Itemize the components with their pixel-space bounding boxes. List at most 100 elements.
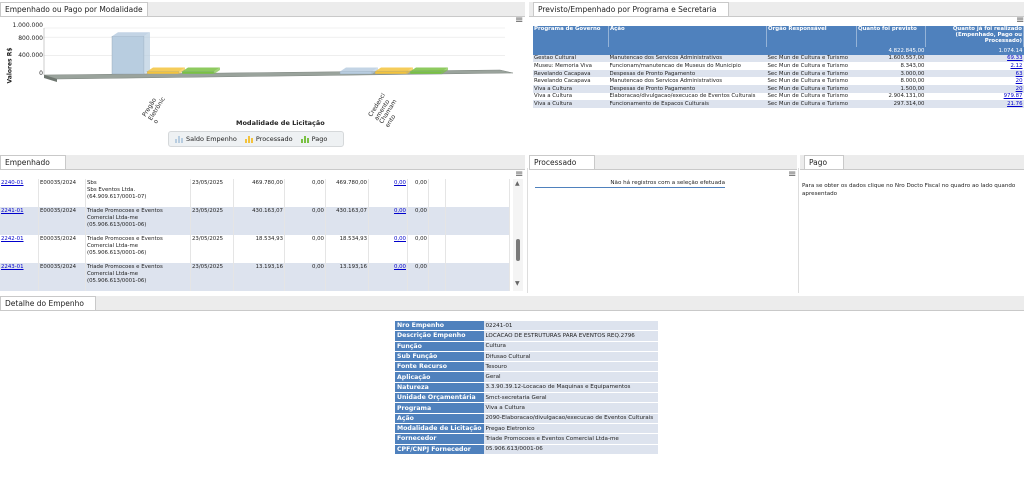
empty-cell [428,207,446,235]
empenho-number-link[interactable]: 2243-01 [1,264,24,270]
empenho-row[interactable]: 2240-01 E00035/2024 Sbs Sbs Eventos Ltda. (6… [0,179,510,207]
tab-previsto-empenhado[interactable]: Previsto/Empenhado por Programa e Secret… [533,2,729,16]
empenhado-table: 2240-01 E00035/2024 Sbs Sbs Eventos Ltda. (6… [0,179,510,291]
empenho-number-link[interactable]: 2240-01 [1,180,24,186]
bar-pago[interactable] [181,67,220,75]
empenhado-scrollbar[interactable]: ▲ ▼ [513,179,523,291]
fornecedor-cnpj: (05.906.613/0001-06) [87,250,147,257]
cell-realizado: 63 [925,69,1024,78]
scroll-up-icon[interactable]: ▲ [515,180,520,187]
chart-xlabel: Modalidade de Licitação [236,119,325,127]
empenho-date: 23/05/2025 [190,263,234,291]
programa-menu-icon[interactable]: ≡ [1016,16,1024,26]
empty-cell [428,179,446,207]
cell-programa: Viva a Cultura [533,100,609,108]
tab-processado[interactable]: Processado [529,155,595,169]
tab-pago[interactable]: Pago [804,155,844,169]
valor-pago: 0,00 [407,207,429,235]
programa-row: Museu: Memoria Viva Funcionam/manutencao … [533,62,1024,70]
fornecedor-name-2: Comercial Ltda-me [87,243,139,250]
detalhe-row: CPF/CNPJ Fornecedor 05.906.613/0001-06 [395,444,658,455]
bar-saldo-empenho[interactable] [111,32,150,75]
processado-link[interactable]: 0,00 [394,208,406,214]
realizado-link[interactable]: 2.12 [1010,63,1022,69]
fornecedor-cnpj: (64.909.617/0001-07) [87,194,147,201]
detalhe-row: Aplicação Geral [395,371,658,383]
empenho-row[interactable]: 2243-01 E00035/2024 Triade Promocoes e Eve… [0,263,510,291]
detalhe-tabbar [0,296,1024,311]
cell-orgao: Sec Mun de Cultura e Turismo [766,100,857,108]
valor-empenhado: 430.163,07 [233,207,285,235]
y-tick-label: 1.000.000 [12,22,43,29]
valor-pago: 0,00 [407,179,429,207]
empenho-number-link[interactable]: 2241-01 [1,208,24,214]
empenho-row[interactable]: 2242-01 E00035/2024 Triade Promocoes e Eve… [0,235,510,263]
valor-empenhado: 469.780,00 [233,179,285,207]
fornecedor-cnpj: (05.906.613/0001-06) [87,222,147,229]
processado-menu-icon[interactable]: ≡ [788,170,796,180]
cell-previsto: 297.314,00 [856,100,926,108]
valor-anulado: 0,00 [284,207,326,235]
programa-table: Programa de Governo Ação Órgão Responsáv… [533,26,1024,108]
processado-link[interactable]: 0,00 [394,264,406,270]
detalhe-value: Geral [483,371,658,383]
col-realizado: Quanto já foi realizado (Empenhado, Pago… [925,26,1024,47]
legend-item-pago[interactable]: Pago [300,135,328,143]
tab-empenhado[interactable]: Empenhado [0,155,66,169]
bar-processado[interactable] [374,67,413,75]
legend-item-saldo-empenho[interactable]: Saldo Empenho [175,135,237,143]
realizado-link[interactable]: 69.33 [1007,55,1022,61]
empty-cell [428,235,446,263]
processado-link[interactable]: 0,00 [394,180,406,186]
tab-detalhe-empenho[interactable]: Detalhe do Empenho [0,296,96,310]
detalhe-label: Função [395,341,484,352]
cell-programa: Revelando Cacapava [533,69,609,78]
programa-row: Viva a Cultura Funcionamento de Espacos C… [533,100,1024,108]
scroll-down-icon[interactable]: ▼ [515,280,520,287]
realizado-link[interactable]: 20 [1016,86,1023,92]
processado-empty-message: Não há registros com a seleção efetuada [535,180,725,188]
empenho-date: 23/05/2025 [190,207,234,235]
bar-processado[interactable] [146,67,185,75]
detalhe-value: Triade Promocoes e Eventos Comercial Ltd… [483,433,658,445]
cell-acao: Elaboracao/divulgacao/execucao de Evento… [609,93,756,100]
empenho-row[interactable]: 2241-01 E00035/2024 Triade Promocoes e Eve… [0,207,510,235]
cell-previsto: 8.000,00 [900,78,925,85]
y-tick-label: 800.000 [18,35,43,43]
detalhe-label: Unidade Orçamentária [395,392,484,404]
y-tick-label: 0 [39,70,43,77]
fornecedor-cell: Triade Promocoes e Eventos Comercial Ltda… [85,207,191,235]
processado-link[interactable]: 0,00 [394,236,406,242]
valor-anulado: 0,00 [284,179,326,207]
realizado-link[interactable]: 63 [1016,71,1023,77]
cell-previsto: 1.500,00 [856,84,926,93]
detalhe-row: Modalidade de Licitação Pregao Eletronico [395,423,658,435]
processo-number: E00035/2024 [38,235,86,263]
empenhado-tabbar [0,155,525,170]
detalhe-value: 3.3.90.39.12-Locacao de Maquinas e Equip… [483,382,658,394]
empenho-number-link[interactable]: 2242-01 [1,236,24,242]
legend-item-processado[interactable]: Processado [244,135,293,143]
legend-label: Pago [311,135,328,143]
bar-pago[interactable] [409,67,448,75]
valor-anulado: 0,00 [284,235,326,263]
empty-cell [445,235,510,263]
programa-row: Gestao Cultural Manutencao dos Servicos A… [533,54,1024,63]
cell-acao: Manutencao dos Servicos Administrativos [609,78,723,85]
detalhe-value: 02241-01 [483,321,658,332]
realizado-link[interactable]: 20 [1016,78,1023,84]
detalhe-row: Fonte Recurso Tesouro [395,361,658,373]
fornecedor-name: Triade Promocoes e Eventos [87,264,163,270]
programa-row: Viva a Cultura Elaboracao/divulgacao/exec… [533,93,1024,101]
empty-cell [445,207,510,235]
realizado-link[interactable]: 21.76 [1007,101,1022,107]
detalhe-value: Viva a Cultura [483,402,658,414]
tab-empenhado-modalidade[interactable]: Empenhado ou Pago por Modalidade [0,2,148,16]
col-orgao: Órgão Responsável [766,26,857,47]
scroll-thumb[interactable] [516,239,520,261]
realizado-link[interactable]: 979.87 [1004,93,1023,99]
fornecedor-cell: Triade Promocoes e Eventos Comercial Ltda… [85,235,191,263]
cell-realizado: 20 [925,84,1024,93]
bar-saldo-empenho[interactable] [339,67,378,75]
y-tick-label: 400.000 [18,51,43,59]
